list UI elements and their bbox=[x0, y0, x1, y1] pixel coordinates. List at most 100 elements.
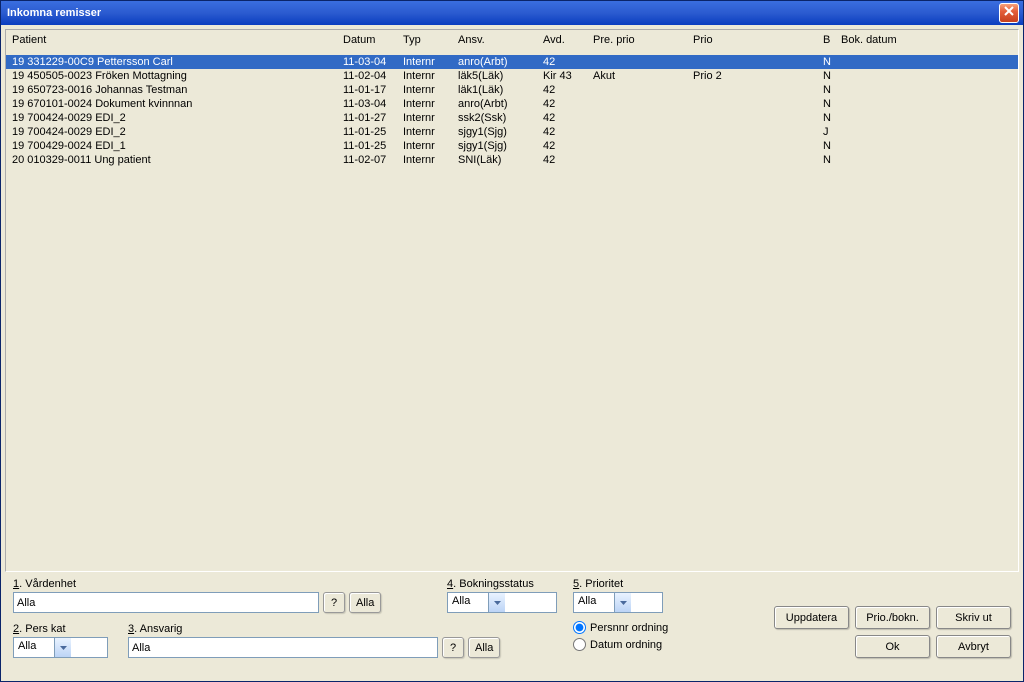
cell-ansv: läk5(Läk) bbox=[456, 69, 541, 83]
cell-avd: 42 bbox=[541, 97, 591, 111]
vardenhet-alla-button[interactable]: Alla bbox=[349, 592, 381, 613]
cell-typ: Internr bbox=[401, 139, 456, 153]
cell-patient: 19 670101-0024 Dokument kvinnnan bbox=[6, 97, 341, 111]
cell-bokdatum bbox=[839, 111, 1018, 125]
bokstatus-combo[interactable]: Alla bbox=[447, 592, 557, 613]
cell-bokdatum bbox=[839, 97, 1018, 111]
col-patient[interactable]: Patient bbox=[6, 30, 341, 55]
cell-ansv: läk1(Läk) bbox=[456, 83, 541, 97]
cell-bokdatum bbox=[839, 139, 1018, 153]
cell-preprio bbox=[591, 97, 691, 111]
table-row[interactable]: 19 700424-0029 EDI_211-01-25Internrsjgy1… bbox=[6, 125, 1018, 139]
table-row[interactable]: 19 700429-0024 EDI_111-01-25Internrsjgy1… bbox=[6, 139, 1018, 153]
cell-bokdatum bbox=[839, 69, 1018, 83]
table-row[interactable]: 19 650723-0016 Johannas Testman11-01-17I… bbox=[6, 83, 1018, 97]
col-b[interactable]: B bbox=[821, 30, 839, 55]
col-avd[interactable]: Avd. bbox=[541, 30, 591, 55]
cell-bokdatum bbox=[839, 55, 1018, 70]
cell-prio bbox=[691, 111, 821, 125]
cell-preprio: Akut bbox=[591, 69, 691, 83]
prioritet-combo[interactable]: Alla bbox=[573, 592, 663, 613]
chevron-down-icon[interactable] bbox=[614, 593, 631, 612]
radio-datum[interactable]: Datum ordning bbox=[573, 638, 668, 651]
cell-typ: Internr bbox=[401, 125, 456, 139]
ansvarig-input[interactable] bbox=[128, 637, 438, 658]
cell-b: N bbox=[821, 153, 839, 167]
table-header-row: Patient Datum Typ Ansv. Avd. Pre. prio P… bbox=[6, 30, 1018, 55]
cell-patient: 19 331229-00C9 Pettersson Carl bbox=[6, 55, 341, 70]
cell-prio bbox=[691, 139, 821, 153]
cell-datum: 11-02-04 bbox=[341, 69, 401, 83]
ansvarig-alla-button[interactable]: Alla bbox=[468, 637, 500, 658]
cell-avd: 42 bbox=[541, 83, 591, 97]
cell-preprio bbox=[591, 55, 691, 70]
filter-panel: 1. Vårdenhet ? Alla 2. Pers kat Alla bbox=[5, 572, 1019, 677]
cell-datum: 11-03-04 bbox=[341, 97, 401, 111]
vardenhet-help-button[interactable]: ? bbox=[323, 592, 345, 613]
cell-b: N bbox=[821, 83, 839, 97]
skrivut-button[interactable]: Skriv ut bbox=[936, 606, 1011, 629]
cell-prio bbox=[691, 97, 821, 111]
cell-ansv: SNI(Läk) bbox=[456, 153, 541, 167]
cell-avd: 42 bbox=[541, 55, 591, 70]
table-row[interactable]: 19 331229-00C9 Pettersson Carl11-03-04In… bbox=[6, 55, 1018, 70]
cell-ansv: sjgy1(Sjg) bbox=[456, 139, 541, 153]
cell-prio: Prio 2 bbox=[691, 69, 821, 83]
table-row[interactable]: 19 450505-0023 Fröken Mottagning11-02-04… bbox=[6, 69, 1018, 83]
cell-bokdatum bbox=[839, 153, 1018, 167]
cell-avd: Kir 43 bbox=[541, 69, 591, 83]
table-row[interactable]: 20 010329-0011 Ung patient11-02-07Intern… bbox=[6, 153, 1018, 167]
cell-preprio bbox=[591, 83, 691, 97]
cell-avd: 42 bbox=[541, 125, 591, 139]
sort-radio-group: Persnnr ordning Datum ordning bbox=[573, 621, 668, 651]
cell-bokdatum bbox=[839, 125, 1018, 139]
radio-persnr[interactable]: Persnnr ordning bbox=[573, 621, 668, 634]
cell-b: J bbox=[821, 125, 839, 139]
cell-patient: 19 700424-0029 EDI_2 bbox=[6, 125, 341, 139]
cell-typ: Internr bbox=[401, 97, 456, 111]
chevron-down-icon[interactable] bbox=[488, 593, 505, 612]
cell-ansv: anro(Arbt) bbox=[456, 97, 541, 111]
prioritet-label: 5. Prioritet bbox=[573, 578, 668, 590]
cell-ansv: anro(Arbt) bbox=[456, 55, 541, 70]
cell-datum: 11-01-25 bbox=[341, 139, 401, 153]
col-ansv[interactable]: Ansv. bbox=[456, 30, 541, 55]
col-datum[interactable]: Datum bbox=[341, 30, 401, 55]
window: Inkomna remisser Patient Datum Typ Ansv. bbox=[0, 0, 1024, 682]
cell-patient: 19 700429-0024 EDI_1 bbox=[6, 139, 341, 153]
referral-table-wrap: Patient Datum Typ Ansv. Avd. Pre. prio P… bbox=[5, 29, 1019, 572]
vardenhet-input[interactable] bbox=[13, 592, 319, 613]
cell-b: N bbox=[821, 69, 839, 83]
titlebar: Inkomna remisser bbox=[1, 1, 1023, 25]
cell-typ: Internr bbox=[401, 55, 456, 70]
table-row[interactable]: 19 700424-0029 EDI_211-01-27Internrssk2(… bbox=[6, 111, 1018, 125]
cell-typ: Internr bbox=[401, 153, 456, 167]
cell-prio bbox=[691, 125, 821, 139]
perskat-combo[interactable]: Alla bbox=[13, 637, 108, 658]
col-bokdatum[interactable]: Bok. datum bbox=[839, 30, 1018, 55]
cell-datum: 11-03-04 bbox=[341, 55, 401, 70]
uppdatera-button[interactable]: Uppdatera bbox=[774, 606, 849, 629]
priobokn-button[interactable]: Prio./bokn. bbox=[855, 606, 930, 629]
cell-typ: Internr bbox=[401, 69, 456, 83]
bokstatus-label: 4. Bokningsstatus bbox=[447, 578, 557, 590]
cell-typ: Internr bbox=[401, 83, 456, 97]
col-preprio[interactable]: Pre. prio bbox=[591, 30, 691, 55]
action-buttons: Uppdatera Prio./bokn. Skriv ut Ok Avbryt bbox=[774, 578, 1011, 658]
cell-ansv: ssk2(Ssk) bbox=[456, 111, 541, 125]
vardenhet-label: 1. Vårdenhet bbox=[13, 578, 413, 590]
table-row[interactable]: 19 670101-0024 Dokument kvinnnan11-03-04… bbox=[6, 97, 1018, 111]
cell-b: N bbox=[821, 97, 839, 111]
cell-datum: 11-02-07 bbox=[341, 153, 401, 167]
ok-button[interactable]: Ok bbox=[855, 635, 930, 658]
cell-preprio bbox=[591, 139, 691, 153]
col-prio[interactable]: Prio bbox=[691, 30, 821, 55]
cell-ansv: sjgy1(Sjg) bbox=[456, 125, 541, 139]
avbryt-button[interactable]: Avbryt bbox=[936, 635, 1011, 658]
cell-prio bbox=[691, 55, 821, 70]
close-button[interactable] bbox=[999, 3, 1019, 23]
chevron-down-icon[interactable] bbox=[54, 638, 71, 657]
col-typ[interactable]: Typ bbox=[401, 30, 456, 55]
cell-preprio bbox=[591, 153, 691, 167]
ansvarig-help-button[interactable]: ? bbox=[442, 637, 464, 658]
